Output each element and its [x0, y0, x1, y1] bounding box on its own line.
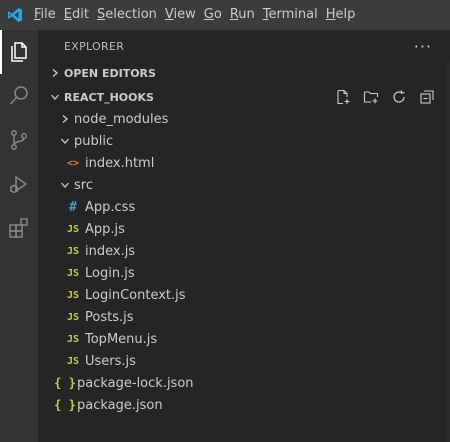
chevron-down-icon: [46, 92, 64, 102]
js-file-icon: JS: [66, 289, 80, 301]
tree-file-app-css[interactable]: # App.css: [38, 196, 450, 218]
tree-file-logincontext-js[interactable]: JS LoginContext.js: [38, 284, 450, 306]
activity-bar: [0, 30, 38, 442]
html-file-icon: <>: [66, 157, 80, 169]
refresh-icon: [393, 90, 405, 103]
tree-item-label: TopMenu.js: [85, 331, 158, 347]
chevron-right-icon: [56, 114, 74, 124]
chevron-down-icon: [56, 180, 74, 190]
tree-file-topmenu-js[interactable]: JS TopMenu.js: [38, 328, 450, 350]
css-file-icon: #: [69, 199, 77, 215]
open-editors-section[interactable]: OPEN EDITORS: [38, 62, 450, 84]
tree-item-label: Posts.js: [85, 309, 134, 325]
js-file-icon: JS: [66, 223, 80, 235]
vscode-logo-icon: [0, 0, 30, 30]
menu-run[interactable]: Run: [226, 0, 259, 30]
tree-file-package-lock-json[interactable]: { } package-lock.json: [38, 372, 450, 394]
js-file-icon: JS: [66, 245, 80, 257]
refresh-button[interactable]: [388, 86, 410, 108]
new-folder-icon: [363, 91, 379, 104]
menu-file[interactable]: File: [30, 0, 60, 30]
collapse-all-button[interactable]: [416, 86, 438, 108]
tree-file-package-json[interactable]: { } package.json: [38, 394, 450, 416]
source-control-icon: [11, 130, 27, 150]
tree-folder-src[interactable]: src: [38, 174, 450, 196]
tree-file-posts-js[interactable]: JS Posts.js: [38, 306, 450, 328]
explorer-activity-button[interactable]: [0, 30, 38, 74]
tree-item-label: package-lock.json: [77, 375, 194, 391]
js-file-icon: JS: [66, 267, 80, 279]
menu-bar: File Edit Selection View Go Run Terminal…: [30, 0, 359, 30]
source-control-activity-button[interactable]: [0, 118, 38, 162]
tree-file-index-html[interactable]: <> index.html: [38, 152, 450, 174]
open-editors-title: OPEN EDITORS: [64, 66, 156, 80]
tree-item-label: Login.js: [85, 265, 135, 281]
json-file-icon: { }: [54, 376, 76, 390]
tree-folder-node-modules[interactable]: node_modules: [38, 108, 450, 130]
title-bar: File Edit Selection View Go Run Terminal…: [0, 0, 450, 30]
tree-file-users-js[interactable]: JS Users.js: [38, 350, 450, 372]
explorer-sidebar: EXPLORER ··· OPEN EDITORS REACT_HOOKS no…: [38, 30, 450, 442]
tree-item-label: App.css: [85, 199, 136, 215]
menu-help[interactable]: Help: [322, 0, 360, 30]
tree-item-label: LoginContext.js: [85, 287, 186, 303]
chevron-right-icon: [46, 68, 64, 78]
new-file-button[interactable]: [332, 86, 354, 108]
tree-item-label: public: [74, 133, 114, 149]
file-tree: node_modules public <> index.html src # …: [38, 108, 450, 416]
collapse-all-icon: [420, 90, 434, 104]
tree-item-label: index.html: [85, 155, 155, 171]
new-file-icon: [337, 89, 350, 105]
json-file-icon: { }: [54, 398, 76, 412]
tree-item-label: Users.js: [85, 353, 136, 369]
tree-item-label: App.js: [85, 221, 125, 237]
tree-item-label: src: [74, 177, 93, 193]
tree-file-index-js[interactable]: JS index.js: [38, 240, 450, 262]
project-section[interactable]: REACT_HOOKS: [38, 86, 450, 108]
debug-icon: [10, 175, 28, 193]
tree-folder-public[interactable]: public: [38, 130, 450, 152]
js-file-icon: JS: [66, 355, 80, 367]
menu-edit[interactable]: Edit: [60, 0, 93, 30]
tree-item-label: node_modules: [74, 111, 169, 127]
chevron-down-icon: [56, 136, 74, 146]
js-file-icon: JS: [66, 311, 80, 323]
explorer-toolbar: [332, 86, 450, 108]
files-icon: [11, 42, 27, 62]
tree-file-app-js[interactable]: JS App.js: [38, 218, 450, 240]
menu-selection[interactable]: Selection: [93, 0, 161, 30]
new-folder-button[interactable]: [360, 86, 382, 108]
search-icon: [9, 86, 28, 105]
menu-view[interactable]: View: [161, 0, 200, 30]
more-actions-icon[interactable]: ···: [414, 37, 432, 56]
project-title: REACT_HOOKS: [64, 90, 154, 104]
extensions-activity-button[interactable]: [0, 206, 38, 250]
tree-item-label: index.js: [85, 243, 136, 259]
explorer-header: EXPLORER ···: [38, 30, 450, 62]
menu-go[interactable]: Go: [200, 0, 226, 30]
tree-item-label: package.json: [77, 397, 163, 413]
scrollbar-track[interactable]: [446, 62, 450, 442]
tree-file-login-js[interactable]: JS Login.js: [38, 262, 450, 284]
menu-terminal[interactable]: Terminal: [259, 0, 322, 30]
js-file-icon: JS: [66, 333, 80, 345]
search-activity-button[interactable]: [0, 74, 38, 118]
extensions-icon: [9, 218, 28, 238]
run-debug-activity-button[interactable]: [0, 162, 38, 206]
explorer-title: EXPLORER: [64, 39, 125, 53]
